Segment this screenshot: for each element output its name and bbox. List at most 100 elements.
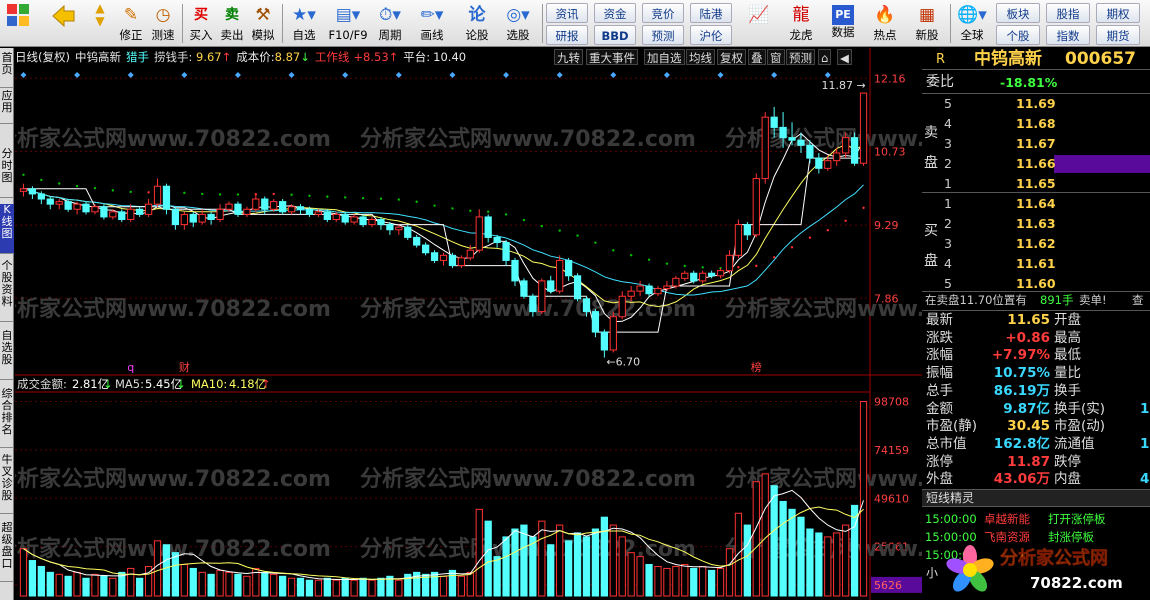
shanghai-london-button[interactable]: 沪伦 [690,25,732,45]
tab-home[interactable]: 首页 [0,52,14,88]
collapse-icon[interactable]: ◀ [837,49,852,65]
kline-chart[interactable]: 12.1610.739.297.869870874159496102506156… [15,48,922,600]
draw-line-button[interactable]: ✏▾ 画线 [414,2,450,45]
ask-row-5[interactable]: 5 11.69 [922,95,1150,112]
candle-body [430,252,439,261]
ask-row-3[interactable]: 3 11.67 [922,135,1150,152]
trend-dot [665,262,669,265]
fix-button[interactable]: ✎ 修正 [117,2,145,45]
options-button[interactable]: 期权 [1096,3,1140,23]
predict-button[interactable]: 预测 [786,49,815,65]
fund-flow-button[interactable]: 资金 [594,3,636,23]
data-button[interactable]: PE 数据 [826,2,860,45]
buy-icon: 买 [194,7,208,23]
candle-body [296,206,305,210]
period-label[interactable]: 日线(复权) [15,50,70,64]
candle-body [413,236,421,246]
bid-row-1[interactable]: 1 11.64 [922,195,1150,212]
candle-body [645,285,653,295]
volume-bar [341,577,349,597]
candle-body [582,298,591,313]
discuss-button[interactable]: 论论股 [462,2,492,45]
tab-ranking[interactable]: 综合排名 [0,388,14,448]
window-button[interactable]: 窗 [767,49,785,65]
chart-button[interactable]: 📈 [741,2,777,45]
candle-body [368,219,376,226]
candle-body [520,280,528,297]
up-down-button[interactable]: ▲ ▼ [88,2,112,45]
buy-button[interactable]: 买买入 [187,2,215,45]
watermark-text: 分析家公式网www.70822.com [725,296,922,322]
global-button[interactable]: 🌐▾ 全球 [954,2,990,45]
sector-button[interactable]: 板块 [996,3,1040,23]
volume-bar [806,528,814,597]
index-futures-button[interactable]: 股指 [1046,3,1090,23]
tab-apps[interactable]: 应用 [0,90,14,124]
bid-row-4[interactable]: 4 11.61 [922,255,1150,272]
trend-dot [629,254,633,257]
stock-title: 中钨高新 [974,49,1042,69]
trend-dot [522,218,526,222]
major-events-button[interactable]: 重大事件 [586,49,638,65]
home-icon[interactable]: ⌂ [818,49,832,65]
back-button[interactable] [48,2,78,45]
adjust-button[interactable]: 复权 [717,49,746,65]
add-watch-button[interactable]: 加自选 [644,49,685,65]
volume-bar [690,567,698,597]
candle-body [216,208,224,220]
tab-super-orderbook[interactable]: 超级盘口 [0,522,14,582]
stock-button[interactable]: 个股 [996,25,1040,45]
overlay-button[interactable]: 叠 [748,49,766,65]
candle-body [127,208,135,220]
trend-dot [93,186,97,190]
ask-row-2[interactable]: 2 11.66 [922,155,1150,173]
tab-stock-info[interactable]: 个股资料 [0,260,14,322]
stock-pick-button[interactable]: ◎▾ 选股 [500,2,536,45]
research-button[interactable]: 研报 [546,25,588,45]
news-button[interactable]: 资讯 [546,3,588,23]
period-button[interactable]: ⏱▾ 周期 [372,2,408,45]
trend-dot [755,264,758,268]
bid-row-5[interactable]: 5 11.60 [922,275,1150,292]
f10-button[interactable]: ▤▾ F10/F9 [326,2,370,45]
volume-bar [82,577,90,597]
watchlist-button[interactable]: ★▾ 自选 [287,2,321,45]
trend-dot [576,234,579,237]
candle-body [493,236,501,244]
candle-body [323,211,331,220]
tab-timeshare[interactable]: 分时图 [0,148,14,198]
ask-row-4[interactable]: 4 11.68 [922,115,1150,132]
forecast-button[interactable]: 预测 [642,25,684,45]
hotspot-button[interactable]: 🔥 热点 [868,2,902,45]
sell-button[interactable]: 卖卖出 [218,2,246,45]
candle-body [484,216,492,238]
document-icon: ▤▾ [335,5,361,25]
tab-diagnosis[interactable]: 牛叉诊股 [0,454,14,514]
grid-icon[interactable] [4,2,32,45]
new-stock-button[interactable]: ▦ 新股 [910,2,944,45]
ask-row-1[interactable]: 1 11.65 [922,175,1150,192]
index-button[interactable]: 指数 [1046,25,1090,45]
tab-watchlist[interactable]: 自选股 [0,330,14,380]
candle-body [189,213,197,223]
ma-button[interactable]: 均线 [686,49,715,65]
speed-test-button[interactable]: ◷ 测速 [149,2,177,45]
bid-row-3[interactable]: 3 11.62 [922,235,1150,252]
hk-connect-button[interactable]: 陆港 [690,3,732,23]
dragon-tiger-button[interactable]: 龍龙虎 [784,2,818,45]
bid-row-2[interactable]: 2 11.63 [922,215,1150,232]
volume-header-text: ↓ [103,377,113,391]
nine-turn-button[interactable]: 九转 [554,49,583,65]
simulate-button[interactable]: ⚒ 模拟 [249,2,277,45]
auction-button[interactable]: 竞价 [642,3,684,23]
tab-kline[interactable]: K线图 [0,204,14,254]
trend-dot [218,193,222,196]
bbd-button[interactable]: BBD [594,25,636,45]
volume-bar [466,571,474,597]
futures-button[interactable]: 期货 [1096,25,1140,45]
candle-body [252,198,260,210]
volume-bar [457,575,466,597]
trend-dot [22,173,25,176]
watermark-text: 分析家公式网www.70822.com [15,126,331,152]
spirit-row[interactable]: 15:00:00 卓越新能 打开涨停板 [922,511,1150,528]
